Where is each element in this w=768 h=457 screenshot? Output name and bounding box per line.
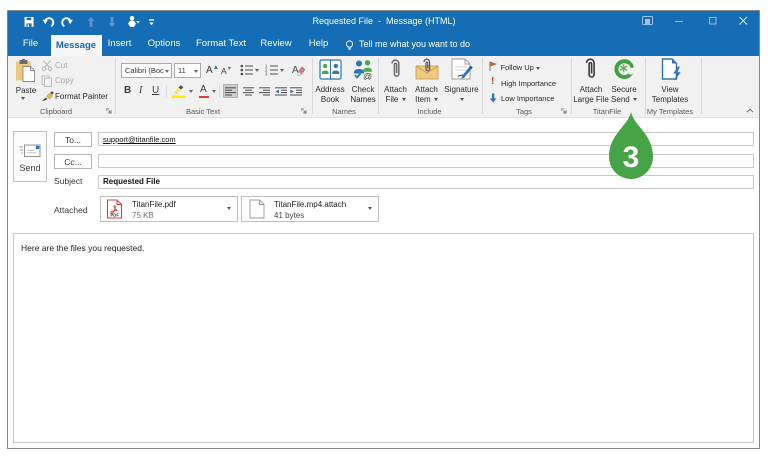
svg-text:3: 3 <box>265 72 268 76</box>
svg-text:PDF: PDF <box>111 213 120 218</box>
svg-text:@: @ <box>363 72 372 81</box>
svg-text:3: 3 <box>623 141 640 174</box>
